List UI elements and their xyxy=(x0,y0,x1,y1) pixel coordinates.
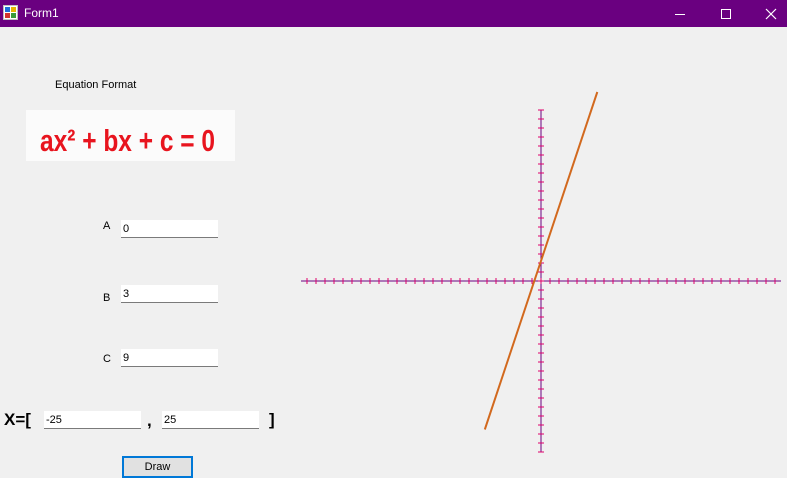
graph-panel xyxy=(301,91,781,453)
